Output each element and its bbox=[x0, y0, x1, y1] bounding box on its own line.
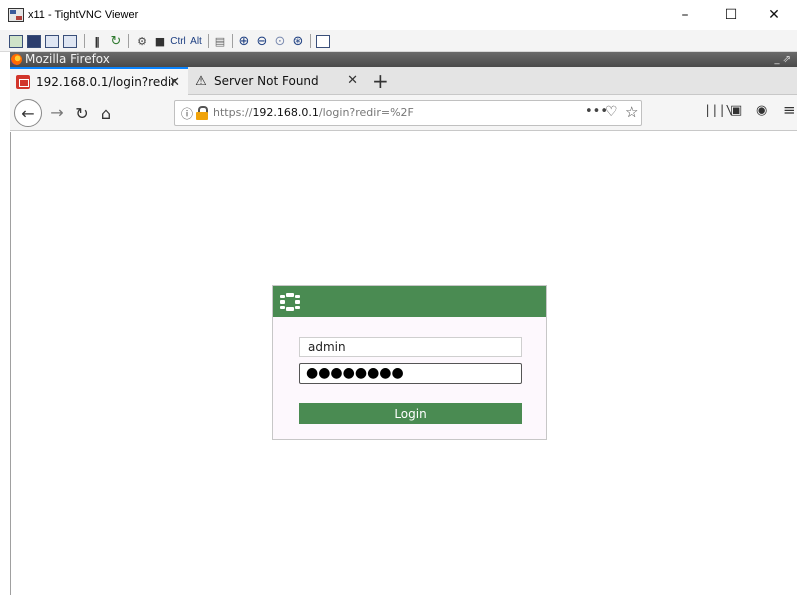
extension-icon[interactable]: ◉ bbox=[756, 103, 767, 118]
vnc-window-title: x11 - TightVNC Viewer bbox=[28, 9, 139, 21]
forward-button[interactable]: → bbox=[46, 101, 68, 123]
reload-button[interactable]: ↻ bbox=[70, 101, 94, 125]
zoom-auto-icon[interactable]: ⊛ bbox=[290, 33, 306, 49]
url-bar[interactable]: ⓘ https://192.168.0.1/login?redir=%2F ••… bbox=[174, 100, 642, 126]
close-tab-icon[interactable]: ✕ bbox=[169, 75, 180, 90]
sidebar-icon[interactable]: ▣ bbox=[730, 103, 742, 118]
username-input[interactable]: admin bbox=[299, 337, 522, 357]
tab-strip: 192.168.0.1/login?redir=% ✕ ⚠ Server Not… bbox=[10, 67, 797, 95]
toolbar-separator bbox=[84, 34, 85, 48]
save-icon[interactable] bbox=[26, 33, 42, 49]
hamburger-menu-icon[interactable]: ≡ bbox=[783, 101, 796, 119]
info-icon[interactable]: ⓘ bbox=[181, 105, 193, 122]
info-icon[interactable] bbox=[62, 33, 78, 49]
alt-key-button[interactable]: Alt bbox=[188, 33, 204, 49]
home-button[interactable]: ⌂ bbox=[94, 101, 118, 125]
x11-titlebar: Mozilla Firefox _ ⇗ bbox=[10, 52, 797, 67]
fortinet-favicon-icon bbox=[16, 75, 30, 89]
clipboard-icon[interactable]: ▤ bbox=[212, 33, 228, 49]
tab-login[interactable]: 192.168.0.1/login?redir=% ✕ bbox=[10, 67, 188, 95]
library-icon[interactable]: |||\ bbox=[704, 103, 733, 117]
close-window-button[interactable]: ✕ bbox=[751, 0, 797, 30]
password-input[interactable]: ●●●●●●●● bbox=[299, 363, 522, 384]
pause-icon[interactable]: ‖ bbox=[90, 33, 104, 49]
firefox-logo-icon bbox=[11, 54, 22, 65]
url-host: 192.168.0.1 bbox=[252, 106, 319, 119]
maximize-button[interactable]: ☐ bbox=[708, 0, 754, 30]
x11-window-controls[interactable]: _ ⇗ bbox=[774, 52, 791, 67]
fullscreen-icon[interactable] bbox=[315, 33, 331, 49]
pocket-icon[interactable]: ♡ bbox=[605, 104, 618, 120]
tightvnc-app-icon bbox=[8, 8, 24, 22]
bookmark-star-icon[interactable]: ☆ bbox=[625, 103, 638, 121]
options-icon[interactable] bbox=[44, 33, 60, 49]
zoom-in-icon[interactable]: ⊕ bbox=[236, 33, 252, 49]
toolbar-separator bbox=[310, 34, 311, 48]
new-tab-button[interactable]: + bbox=[372, 69, 389, 93]
zoom-100-icon[interactable]: ⊙ bbox=[272, 33, 288, 49]
login-header bbox=[273, 286, 546, 317]
close-tab-icon[interactable]: ✕ bbox=[347, 73, 358, 88]
ctrl-alt-del-icon[interactable]: ⚙ bbox=[134, 33, 150, 49]
url-text[interactable]: https://192.168.0.1/login?redir=%2F bbox=[213, 106, 414, 119]
new-connection-icon[interactable] bbox=[8, 33, 24, 49]
refresh-icon[interactable]: ↻ bbox=[108, 33, 124, 49]
toolbar-separator bbox=[128, 34, 129, 48]
toolbar-separator bbox=[208, 34, 209, 48]
warning-icon: ⚠ bbox=[195, 73, 207, 89]
vnc-titlebar: x11 - TightVNC Viewer – ☐ ✕ bbox=[0, 0, 797, 30]
x11-window-title: Mozilla Firefox bbox=[25, 52, 110, 66]
vnc-toolbar: ‖ ↻ ⚙ ■ Ctrl Alt ▤ ⊕ ⊖ ⊙ ⊛ bbox=[0, 30, 797, 52]
navigation-toolbar: ← → ↻ ⌂ ⓘ https://192.168.0.1/login?redi… bbox=[10, 95, 797, 131]
ctrl-key-button[interactable]: Ctrl bbox=[170, 33, 186, 49]
toolbar-separator bbox=[232, 34, 233, 48]
tab-label: Server Not Found bbox=[214, 74, 319, 88]
minimize-button[interactable]: – bbox=[662, 0, 708, 30]
fortinet-logo-icon bbox=[280, 293, 300, 311]
login-button[interactable]: Login bbox=[299, 403, 522, 424]
url-path: /login?redir=%2F bbox=[318, 106, 414, 119]
login-panel: admin ●●●●●●●● Login bbox=[272, 285, 547, 440]
tab-server-not-found[interactable]: ⚠ Server Not Found ✕ bbox=[188, 67, 366, 95]
start-menu-icon[interactable]: ■ bbox=[152, 33, 168, 49]
zoom-out-icon[interactable]: ⊖ bbox=[254, 33, 270, 49]
back-button[interactable]: ← bbox=[14, 99, 42, 127]
url-scheme: https:// bbox=[213, 106, 253, 119]
insecure-lock-icon[interactable] bbox=[196, 106, 208, 120]
tab-label: 192.168.0.1/login?redir=% bbox=[36, 75, 176, 89]
